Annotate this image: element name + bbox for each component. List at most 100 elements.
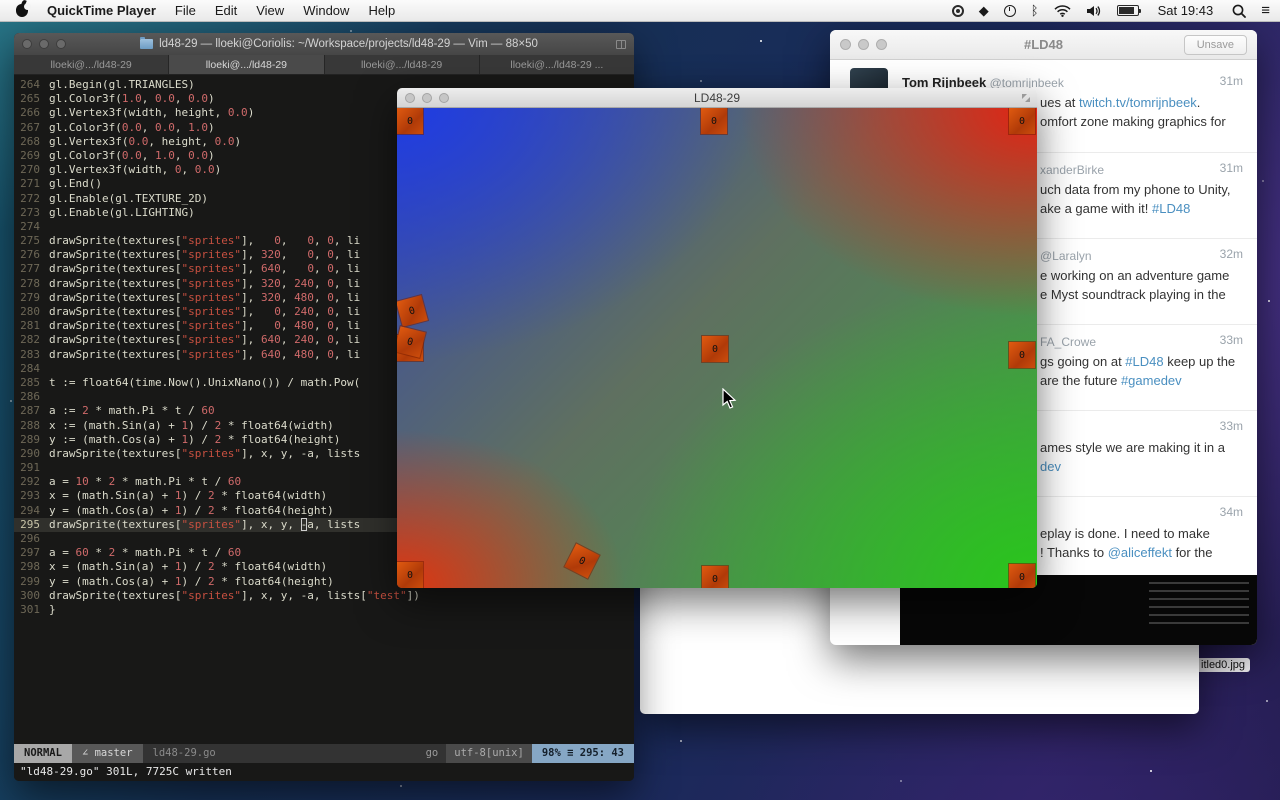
line-number: 296 — [14, 532, 40, 546]
sprite-label: 0 — [712, 574, 718, 585]
tweet-text-fragment: ues at — [1040, 95, 1079, 110]
minimize-button[interactable] — [39, 39, 49, 49]
git-branch-indicator: ∠ master — [72, 744, 143, 763]
spotlight-icon[interactable] — [1232, 4, 1246, 18]
game-sprite: 0 — [397, 295, 428, 327]
dropbox-icon[interactable]: ◆ — [979, 3, 989, 19]
tweet-handle: xanderBirke — [1040, 163, 1104, 177]
apple-icon[interactable] — [16, 4, 28, 17]
menu-bar-status: ◆ ᛒ Sat 19:43 ≡ — [952, 2, 1280, 19]
tweet-handle: FA_Crowe — [1040, 335, 1096, 349]
tweet-text-fragment: for the — [1172, 545, 1212, 560]
game-sprite: 0 — [1009, 108, 1035, 134]
line-number: 281 — [14, 319, 40, 333]
line-number: 285 — [14, 376, 40, 390]
desktop-file-label[interactable]: itled0.jpg — [1196, 658, 1250, 672]
tweet-timestamp: 31m — [1220, 161, 1243, 175]
zoom-button[interactable] — [56, 39, 66, 49]
tweet-text: gs going on at #LD48 keep up theare the … — [1040, 353, 1246, 390]
tweet-header: @Laralyn — [1040, 247, 1092, 265]
statusline-filename: ld48-29.go — [143, 744, 418, 763]
line-number: 283 — [14, 348, 40, 362]
line-number: 264 — [14, 78, 40, 92]
tweet-header: xanderBirke — [1040, 161, 1104, 179]
tweet-text-fragment: omfort zone making graphics for — [1040, 114, 1226, 129]
line-number: 298 — [14, 560, 40, 574]
line-number: 273 — [14, 206, 40, 220]
statusline-filetype: go — [418, 744, 447, 763]
game-window: LD48-29 000000000000 — [397, 88, 1037, 588]
line-number: 277 — [14, 262, 40, 276]
line-number: 274 — [14, 220, 40, 234]
terminal-window-title: ld48-29 — lloeki@Coriolis: ~/Workspace/p… — [159, 38, 538, 50]
menu-bar: QuickTime Player FileEditViewWindowHelp … — [0, 0, 1280, 22]
terminal-tab-4[interactable]: lloeki@.../ld48-29 ... — [480, 55, 634, 74]
tweet-text-fragment: ames style we are making it in a — [1040, 440, 1225, 455]
menu-bar-left: QuickTime Player File Edit View Window Help — [0, 3, 395, 18]
terminal-tab-2[interactable]: lloeki@.../ld48-29 — [169, 55, 324, 74]
line-number: 282 — [14, 333, 40, 347]
line-number: 295 — [14, 518, 40, 532]
bluetooth-icon[interactable]: ᛒ — [1031, 3, 1039, 18]
split-pane-icon[interactable] — [616, 40, 626, 49]
game-sprite: 0 — [565, 544, 600, 579]
menu-help[interactable]: Help — [368, 3, 395, 18]
sprite-label: 0 — [1019, 350, 1025, 361]
tweet-link[interactable]: twitch.tv/tomrijnbeek — [1079, 95, 1197, 110]
line-number: 290 — [14, 447, 40, 461]
tweet-link[interactable]: #LD48 — [1152, 201, 1190, 216]
close-button[interactable] — [22, 39, 32, 49]
sprite-label: 0 — [712, 344, 718, 355]
line-number: 280 — [14, 305, 40, 319]
unsave-button[interactable]: Unsave — [1184, 35, 1247, 55]
line-number: 297 — [14, 546, 40, 560]
tweet-text-fragment: e Myst soundtrack playing in the — [1040, 287, 1226, 302]
desktop: itled0.jpg Tom Rijnbeek @tomrijnbeek31mu… — [0, 0, 1280, 800]
screen-recording-icon[interactable] — [952, 5, 964, 17]
code-line: 301} — [14, 603, 634, 617]
game-canvas[interactable]: 000000000000 — [397, 108, 1037, 588]
notification-center-icon[interactable]: ≡ — [1261, 2, 1270, 19]
tweet-text: ues at twitch.tv/tomrijnbeek.omfort zone… — [1040, 94, 1246, 131]
line-number: 301 — [14, 603, 40, 617]
terminal-tab-1[interactable]: lloeki@.../ld48-29 — [14, 55, 169, 74]
menu-bar-menus: File Edit View Window Help — [175, 3, 395, 18]
volume-icon[interactable] — [1086, 5, 1102, 17]
sprite-label: 0 — [407, 570, 413, 581]
wifi-icon[interactable] — [1054, 5, 1071, 17]
tweet-link[interactable]: @aliceffekt — [1108, 545, 1172, 560]
tweet-text-fragment: are the future — [1040, 373, 1121, 388]
battery-icon[interactable] — [1117, 5, 1139, 16]
vim-message: "ld48-29.go" 301L, 7725C written — [14, 763, 634, 781]
line-number: 276 — [14, 248, 40, 262]
sprite-label: 0 — [577, 555, 587, 568]
line-number: 288 — [14, 419, 40, 433]
tweet-timestamp: 34m — [1220, 505, 1243, 519]
menu-file[interactable]: File — [175, 3, 196, 18]
tweet-link[interactable]: #gamedev — [1121, 373, 1182, 388]
twitter-titlebar[interactable]: #LD48 Unsave — [830, 30, 1257, 60]
tweet-link[interactable]: dev — [1040, 459, 1061, 474]
line-number: 300 — [14, 589, 40, 603]
tweet-link[interactable]: #LD48 — [1125, 354, 1163, 369]
tweet-text-fragment: e working on an adventure game — [1040, 268, 1229, 283]
menu-bar-clock[interactable]: Sat 19:43 — [1154, 3, 1218, 18]
resize-icon[interactable] — [1021, 93, 1031, 103]
game-titlebar[interactable]: LD48-29 — [397, 88, 1037, 108]
tweet-text: ames style we are making it in a dev — [1040, 439, 1246, 476]
terminal-titlebar[interactable]: ld48-29 — lloeki@Coriolis: ~/Workspace/p… — [14, 33, 634, 55]
menu-view[interactable]: View — [256, 3, 284, 18]
sprite-label: 0 — [408, 305, 417, 317]
line-number: 266 — [14, 106, 40, 120]
menu-edit[interactable]: Edit — [215, 3, 237, 18]
time-machine-icon[interactable] — [1004, 5, 1016, 17]
line-number: 284 — [14, 362, 40, 376]
menu-window[interactable]: Window — [303, 3, 349, 18]
line-number: 292 — [14, 475, 40, 489]
tweet-header: FA_Crowe — [1040, 333, 1096, 351]
terminal-tab-3[interactable]: lloeki@.../ld48-29 — [325, 55, 480, 74]
active-app-name[interactable]: QuickTime Player — [47, 3, 156, 18]
terminal-window-controls — [22, 39, 66, 49]
line-number: 269 — [14, 149, 40, 163]
sprite-label: 0 — [1019, 572, 1025, 583]
